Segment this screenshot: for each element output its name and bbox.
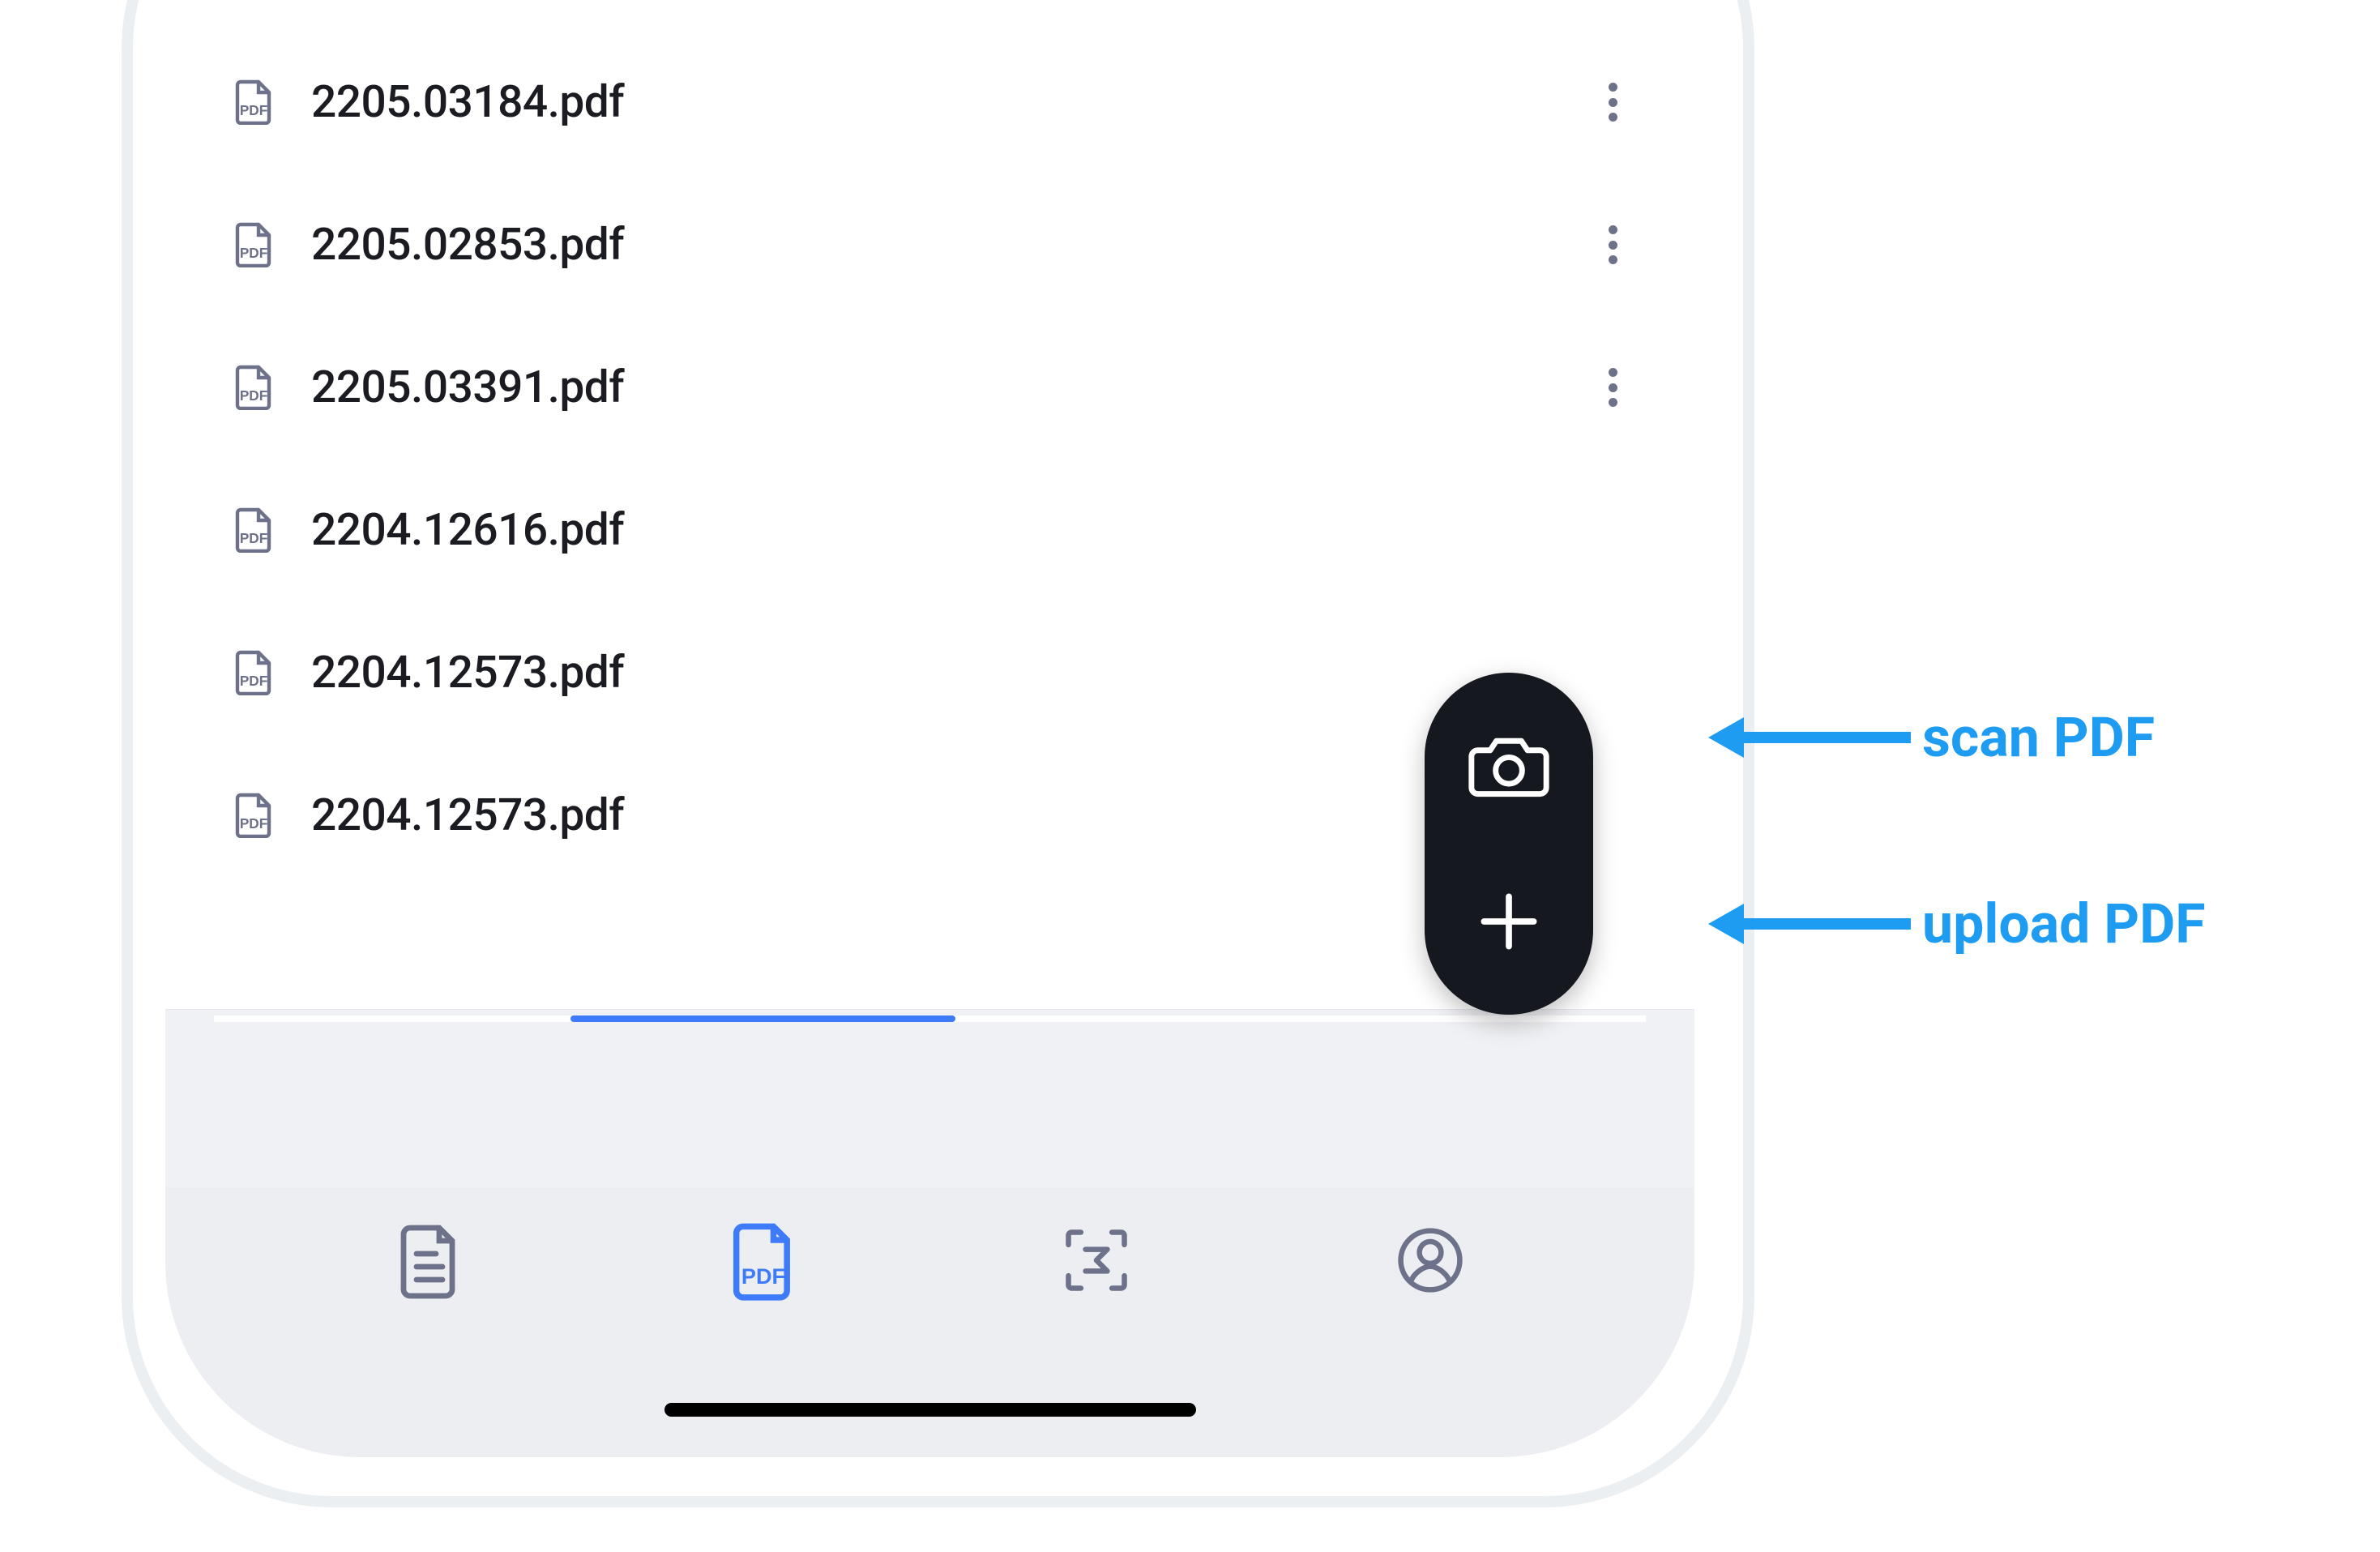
arrow-left-icon: [1708, 887, 1919, 960]
more-vertical-icon: [1609, 368, 1618, 407]
file-more-button[interactable]: [1589, 796, 1638, 835]
profile-icon: [1393, 1223, 1468, 1298]
pdf-file-icon: PDF: [225, 222, 282, 267]
pdf-file-icon: PDF: [225, 365, 282, 410]
file-name: 2205.03184.pdf: [282, 76, 1589, 128]
svg-text:PDF: PDF: [240, 387, 267, 404]
svg-text:PDF: PDF: [240, 673, 267, 689]
document-icon: [396, 1221, 463, 1299]
tab-indicator-strip: [214, 1015, 1646, 1022]
file-name: 2205.02853.pdf: [282, 219, 1589, 271]
upload-pdf-button[interactable]: [1468, 881, 1549, 962]
file-more-button[interactable]: [1589, 225, 1638, 264]
more-vertical-icon: [1609, 225, 1618, 264]
nav-tab-scan[interactable]: [1056, 1220, 1137, 1301]
svg-text:PDF: PDF: [741, 1263, 785, 1289]
phone-frame: PDF Untitled.pdf PDF: [122, 0, 1754, 1507]
active-tab-underline: [570, 1015, 955, 1022]
file-name: 2204.12616.pdf: [282, 504, 1589, 556]
camera-icon: [1468, 729, 1549, 803]
pdf-file-icon: PDF: [727, 1220, 800, 1301]
nav-tab-notes[interactable]: [389, 1220, 470, 1301]
scan-math-icon: [1059, 1223, 1134, 1298]
scan-pdf-button[interactable]: [1468, 725, 1549, 806]
annotation-label: scan PDF: [1922, 705, 2155, 770]
pdf-file-icon: PDF: [225, 793, 282, 838]
plus-icon: [1472, 884, 1546, 959]
nav-tab-profile[interactable]: [1390, 1220, 1471, 1301]
file-more-button[interactable]: [1589, 653, 1638, 692]
more-vertical-icon: [1609, 83, 1618, 122]
annotation-scan-pdf: scan PDF: [1708, 701, 2155, 774]
floating-action-menu: [1425, 673, 1593, 1015]
file-more-button[interactable]: [1589, 83, 1638, 122]
file-row[interactable]: PDF 2205.03184.pdf: [214, 31, 1646, 173]
file-name: 2204.12573.pdf: [282, 789, 1589, 841]
pdf-file-icon: PDF: [225, 507, 282, 553]
file-row[interactable]: PDF 2204.12616.pdf: [214, 459, 1646, 601]
pdf-file-icon: PDF: [225, 79, 282, 125]
arrow-left-icon: [1708, 701, 1919, 774]
file-more-button[interactable]: [1589, 368, 1638, 407]
annotation-upload-pdf: upload PDF: [1708, 887, 2206, 960]
home-indicator: [664, 1403, 1196, 1417]
svg-text:PDF: PDF: [240, 102, 267, 118]
file-name: 2204.12573.pdf: [282, 647, 1589, 699]
file-more-button[interactable]: [1589, 511, 1638, 549]
content-nav-gap: [165, 1009, 1694, 1187]
bottom-nav: PDF: [165, 1187, 1694, 1457]
phone-screen: PDF Untitled.pdf PDF: [165, 0, 1694, 1457]
svg-text:PDF: PDF: [240, 530, 267, 546]
svg-text:PDF: PDF: [240, 815, 267, 832]
annotation-label: upload PDF: [1922, 891, 2206, 956]
file-row[interactable]: PDF Untitled.pdf: [214, 0, 1646, 31]
nav-tab-pdf[interactable]: PDF: [723, 1220, 804, 1301]
file-row[interactable]: PDF 2205.02853.pdf: [214, 173, 1646, 316]
pdf-file-icon: PDF: [225, 650, 282, 695]
file-row[interactable]: PDF 2205.03391.pdf: [214, 316, 1646, 459]
svg-text:PDF: PDF: [240, 245, 267, 261]
file-name: 2205.03391.pdf: [282, 361, 1589, 413]
